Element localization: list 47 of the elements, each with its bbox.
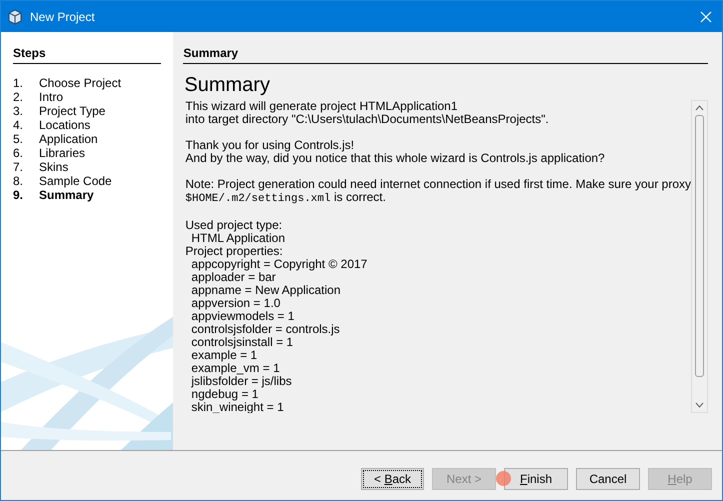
property-line: apploader = bar [190,271,276,284]
property-line: appversion = 1.0 [190,297,280,310]
property-line: appname = New Application [190,284,340,297]
step-label: Project Type [39,104,106,118]
click-marker [496,471,511,486]
scrollbar-thumb[interactable] [695,115,704,377]
property-line: jslibsfolder = js/libs [190,375,292,388]
wizard-button[interactable]: Finish [504,468,568,490]
property-line: example_vm = 1 [190,362,280,375]
step-label: Skins [39,160,68,174]
step-number: 6. [13,146,24,160]
summary-paragraph: This wizard will generate project HTMLApplication1 into target directory "C:\Users\tulach\Documents\NetBeansProjects". [185,100,550,126]
step-number: 5. [13,132,24,146]
property-line: controlsjsinstall = 1 [190,336,294,349]
property-line: ngdebug = 1 [190,388,258,401]
step-label: Choose Project [39,76,122,90]
cube-icon [7,8,23,24]
step-label: Intro [39,90,64,104]
property-line: HTML Application [190,232,285,245]
step-number: 8. [13,174,24,188]
step-label: Locations [39,118,90,132]
summary-paragraph: Note: Project generation could need internet connection if used first time. Make sure your proxy $HOME/.m2/settings.xml is correct. [185,178,691,206]
step-label: Libraries [39,146,86,160]
property-line: appcopyright = Copyright © 2017 [191,258,368,271]
section-label: Used project type: [185,219,282,232]
property-line: appviewmodels = 1 [190,310,294,323]
step-number: 4. [13,118,24,132]
summary-paragraph: Thank you for using Controls.js! And by the way, did you notice that this whole wizard is Controls.js application? [185,139,606,165]
step-label: Summary [39,188,94,202]
summary-title: Summary [183,73,271,98]
step-number: 3. [13,104,24,118]
panel-heading: Summary [183,44,708,64]
step-number: 2. [13,90,24,104]
wizard-button[interactable]: Cancel [576,468,640,490]
close-icon [700,10,712,22]
wizard-button[interactable]: < Back [361,468,424,490]
window-title: New Project [30,8,95,26]
step-label: Application [39,132,98,146]
section-label: Project properties: [185,245,283,258]
property-line: example = 1 [190,349,258,362]
steps-heading: Steps [13,44,162,64]
step-label: Sample Code [39,174,112,188]
step-number: 9. [13,188,24,202]
property-line: controlsjsfolder = controls.js [190,323,340,336]
scrollbar[interactable] [691,100,708,413]
step-number: 7. [13,160,24,174]
step-number: 1. [13,76,24,90]
